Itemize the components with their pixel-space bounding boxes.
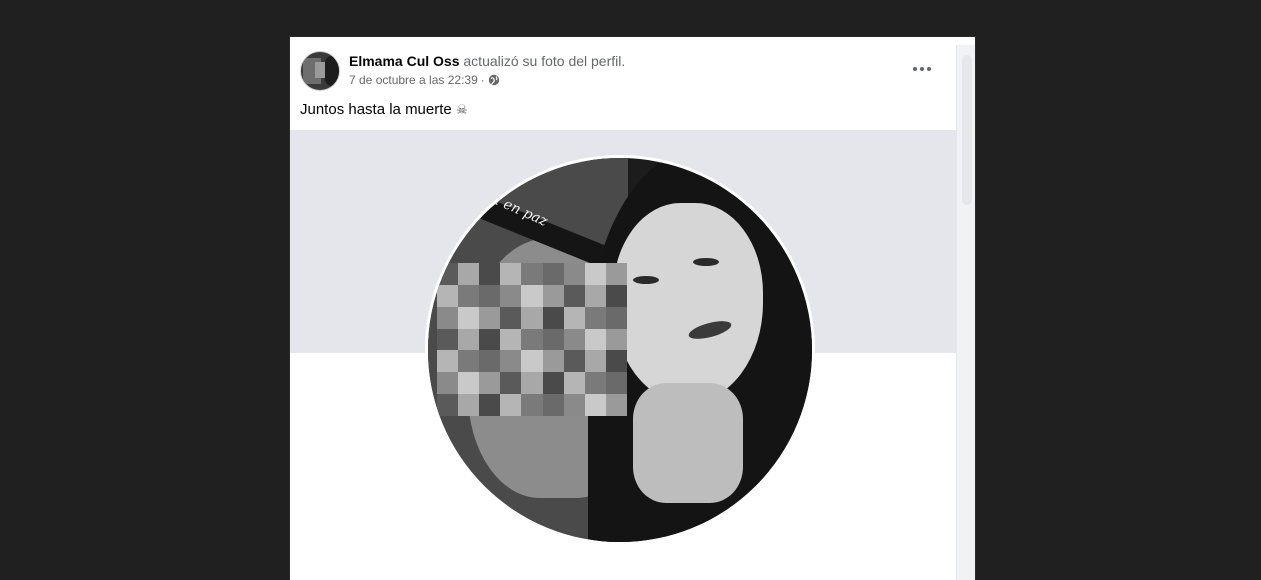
pixel-block xyxy=(479,284,501,307)
pixel-block xyxy=(563,350,585,373)
pixel-block xyxy=(605,284,627,307)
pixel-block xyxy=(500,306,522,329)
pixel-block xyxy=(542,372,564,395)
meta-separator: · xyxy=(480,73,485,87)
pixel-block xyxy=(605,394,627,416)
pixel-block xyxy=(479,306,501,329)
pixel-block xyxy=(500,263,522,285)
globe-icon[interactable] xyxy=(488,74,500,86)
pixel-block xyxy=(479,328,501,351)
pixel-block xyxy=(521,372,543,395)
pixel-block xyxy=(521,306,543,329)
more-dot xyxy=(920,67,924,71)
post-caption: Juntos hasta la muerte ☠ xyxy=(300,101,468,118)
pixel-block xyxy=(584,284,606,307)
more-dot xyxy=(927,67,931,71)
pixel-block xyxy=(542,394,564,416)
pixel-block xyxy=(458,394,480,416)
more-options-icon[interactable] xyxy=(904,57,940,81)
pixel-block xyxy=(563,284,585,307)
pixel-block xyxy=(437,328,459,351)
pixel-block xyxy=(500,394,522,416)
pixel-block xyxy=(500,328,522,351)
pixel-block xyxy=(437,306,459,329)
pixel-block xyxy=(458,328,480,351)
post-meta: 7 de octubre a las 22:39 · xyxy=(349,73,500,87)
post-action-text: actualizó su foto del perfil. xyxy=(463,53,626,69)
post-timestamp-link[interactable]: 7 de octubre a las 22:39 xyxy=(349,73,478,87)
author-avatar[interactable] xyxy=(300,51,340,91)
pixel-block xyxy=(437,263,459,285)
photo-shape xyxy=(613,203,763,403)
skull-icon: ☠ xyxy=(455,102,468,117)
pixel-block xyxy=(584,263,606,285)
photo-shape xyxy=(693,258,719,266)
pixel-block xyxy=(563,372,585,395)
pixel-block xyxy=(584,306,606,329)
pixel-block xyxy=(479,394,501,416)
pixel-block xyxy=(605,263,627,285)
pixel-block xyxy=(563,306,585,329)
pixel-block xyxy=(521,394,543,416)
pixel-block xyxy=(437,350,459,373)
pixel-block xyxy=(479,350,501,373)
photo-shape xyxy=(633,383,743,503)
pixel-block xyxy=(563,394,585,416)
pixel-block xyxy=(479,372,501,395)
post-header: Elmama Cul Oss actualizó su foto del per… xyxy=(349,53,625,69)
pixel-block xyxy=(563,328,585,351)
pixel-block xyxy=(458,372,480,395)
pixel-block xyxy=(521,263,543,285)
feed-post: Elmama Cul Oss actualizó su foto del per… xyxy=(290,37,975,580)
pixel-block xyxy=(458,263,480,285)
caption-text: Juntos hasta la muerte xyxy=(300,101,452,118)
pixel-block xyxy=(500,372,522,395)
pixel-block xyxy=(458,350,480,373)
avatar-pixel-shape xyxy=(315,62,325,78)
pixel-block xyxy=(500,284,522,307)
pixel-block xyxy=(605,328,627,351)
pixel-block xyxy=(584,328,606,351)
pixel-block xyxy=(542,306,564,329)
avatar-pixel-shape xyxy=(325,56,339,86)
pixel-block xyxy=(542,284,564,307)
pixel-block xyxy=(521,284,543,307)
pixel-block xyxy=(521,350,543,373)
pixel-block xyxy=(605,306,627,329)
pixel-block xyxy=(500,350,522,373)
post-top-divider xyxy=(290,37,975,45)
pixel-block xyxy=(584,350,606,373)
pixelated-face-blur xyxy=(437,263,627,416)
pixel-block xyxy=(437,394,459,416)
pixel-block xyxy=(479,263,501,285)
scrollbar-thumb[interactable] xyxy=(962,55,972,205)
profile-photo-update[interactable]: sa en paz xyxy=(290,130,957,580)
scrollbar[interactable] xyxy=(956,45,975,580)
pixel-block xyxy=(458,306,480,329)
pixel-block xyxy=(437,284,459,307)
pixel-block xyxy=(605,372,627,395)
pixel-block xyxy=(521,328,543,351)
pixel-block xyxy=(605,350,627,373)
pixel-block xyxy=(458,284,480,307)
pixel-block xyxy=(542,263,564,285)
photo-shape xyxy=(633,276,659,284)
pixel-block xyxy=(563,263,585,285)
pixel-block xyxy=(542,350,564,373)
pixel-block xyxy=(584,372,606,395)
pixel-block xyxy=(437,372,459,395)
profile-photo[interactable]: sa en paz xyxy=(428,158,812,542)
more-dot xyxy=(913,67,917,71)
pixel-block xyxy=(542,328,564,351)
pixel-block xyxy=(584,394,606,416)
author-name-link[interactable]: Elmama Cul Oss xyxy=(349,53,460,69)
